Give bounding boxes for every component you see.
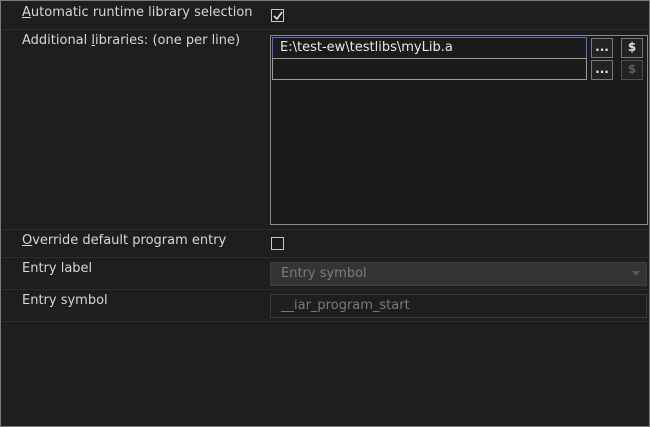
override-entry-label: Override default program entry <box>22 233 226 248</box>
override-entry-label-text: verride default program entry <box>32 233 227 248</box>
chevron-down-icon <box>632 271 640 276</box>
argument-variables-button-disabled: $ <box>621 60 643 80</box>
row-divider <box>2 257 648 258</box>
row-divider <box>2 229 648 230</box>
entry-label-dropdown: Entry symbol <box>270 262 647 286</box>
entry-symbol-field: __iar_program_start <box>270 294 647 318</box>
library-path-input-empty[interactable] <box>272 58 587 80</box>
row-divider <box>2 29 648 30</box>
entry-label-label: Entry label <box>22 261 93 276</box>
override-entry-label-mnemonic: O <box>22 233 33 248</box>
override-entry-checkbox[interactable] <box>271 237 284 250</box>
additional-libraries-label-post: ibraries: (one per line) <box>95 33 241 48</box>
browse-button-empty-row[interactable]: ... <box>591 60 613 80</box>
additional-libraries-label: Additional libraries: (one per line) <box>22 33 240 48</box>
library-path-input[interactable]: E:\test-ew\testlibs\myLib.a <box>272 37 587 59</box>
argument-variables-button[interactable]: $ <box>621 38 643 58</box>
linker-library-options-panel: Automatic runtime library selection Addi… <box>0 0 650 427</box>
browse-button[interactable]: ... <box>591 38 613 58</box>
auto-runtime-label: Automatic runtime library selection <box>22 5 253 20</box>
entry-label-selected: Entry symbol <box>281 266 367 281</box>
checkmark-icon <box>273 11 283 21</box>
row-divider <box>2 321 648 322</box>
auto-runtime-label-mnemonic: A <box>22 5 31 20</box>
additional-libraries-label-pre: Additional <box>22 33 92 48</box>
additional-libraries-list: E:\test-ew\testlibs\myLib.a ... $ ... $ <box>270 35 648 225</box>
row-divider <box>2 289 648 290</box>
entry-symbol-label: Entry symbol <box>22 293 108 308</box>
auto-runtime-label-text: utomatic runtime library selection <box>30 5 253 20</box>
auto-runtime-checkbox[interactable] <box>271 9 284 22</box>
